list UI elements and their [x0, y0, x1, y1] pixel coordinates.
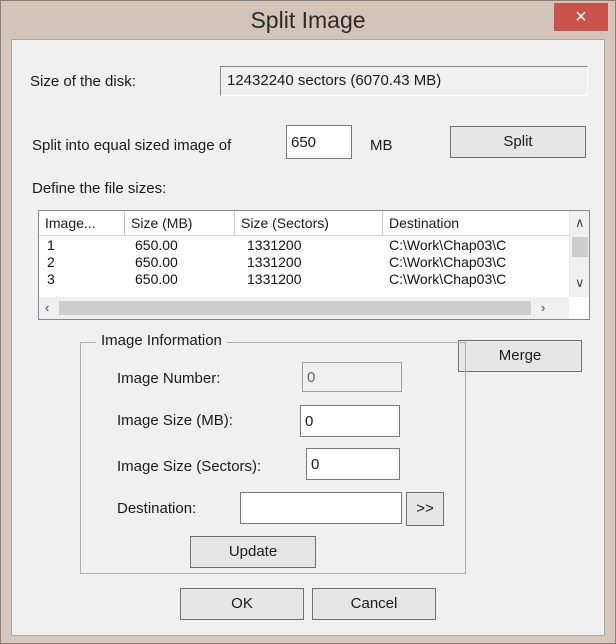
split-image-dialog: Split Image × Size of the disk: 12432240…: [0, 0, 616, 644]
row-destination: C:\Work\Chap03\C: [389, 237, 507, 253]
row-image-number: 1: [47, 237, 55, 253]
row-size-mb: 650.00: [135, 271, 178, 287]
image-number-label: Image Number:: [117, 370, 221, 387]
image-size-mb-input[interactable]: [300, 405, 400, 437]
disk-size-label: Size of the disk:: [30, 73, 136, 90]
merge-button[interactable]: Merge: [458, 340, 582, 372]
image-size-mb-label: Image Size (MB):: [117, 412, 233, 429]
vertical-scroll-thumb[interactable]: [572, 237, 588, 257]
scroll-down-icon[interactable]: ∨: [575, 275, 585, 291]
image-information-title: Image Information: [96, 332, 227, 349]
row-destination: C:\Work\Chap03\C: [389, 254, 507, 270]
cancel-button[interactable]: Cancel: [312, 588, 436, 620]
scroll-left-icon[interactable]: ‹: [45, 300, 49, 315]
image-number-field: [302, 362, 402, 392]
row-size-mb: 650.00: [135, 237, 178, 253]
dialog-body: Size of the disk: 12432240 sectors (6070…: [11, 39, 605, 636]
file-sizes-list[interactable]: Image... Size (MB) Size (Sectors) Destin…: [38, 210, 590, 320]
row-image-number: 3: [47, 271, 55, 287]
browse-destination-button[interactable]: >>: [406, 492, 444, 526]
horizontal-scroll-thumb[interactable]: [59, 301, 531, 315]
destination-input[interactable]: [240, 492, 402, 524]
ok-button[interactable]: OK: [180, 588, 304, 620]
disk-size-value: 12432240 sectors (6070.43 MB): [220, 66, 588, 96]
horizontal-scrollbar[interactable]: ‹ ›: [39, 297, 569, 319]
row-destination: C:\Work\Chap03\C: [389, 271, 507, 287]
update-button[interactable]: Update: [190, 536, 316, 568]
define-file-sizes-label: Define the file sizes:: [32, 180, 167, 197]
list-header: Image... Size (MB) Size (Sectors) Destin…: [39, 211, 569, 236]
window-title: Split Image: [250, 7, 366, 33]
table-row[interactable]: 1 650.00 1331200 C:\Work\Chap03\C: [39, 237, 569, 254]
split-button[interactable]: Split: [450, 126, 586, 158]
split-size-input[interactable]: [286, 125, 352, 159]
column-header-destination[interactable]: Destination: [383, 211, 569, 235]
column-header-size-sectors[interactable]: Size (Sectors): [235, 211, 383, 235]
destination-label: Destination:: [117, 500, 197, 517]
table-row[interactable]: 3 650.00 1331200 C:\Work\Chap03\C: [39, 271, 569, 288]
scroll-up-icon[interactable]: ∧: [575, 215, 585, 231]
title-bar[interactable]: Split Image ×: [1, 1, 615, 39]
split-size-unit: MB: [370, 137, 393, 154]
split-size-label: Split into equal sized image of: [32, 137, 232, 154]
close-button[interactable]: ×: [554, 3, 608, 31]
image-size-sectors-input[interactable]: [306, 448, 400, 480]
vertical-scrollbar[interactable]: ∧ ∨: [569, 211, 589, 297]
column-header-image[interactable]: Image...: [39, 211, 125, 235]
row-size-sectors: 1331200: [247, 271, 302, 287]
row-size-sectors: 1331200: [247, 254, 302, 270]
column-header-size-mb[interactable]: Size (MB): [125, 211, 235, 235]
row-size-sectors: 1331200: [247, 237, 302, 253]
row-size-mb: 650.00: [135, 254, 178, 270]
row-image-number: 2: [47, 254, 55, 270]
image-size-sectors-label: Image Size (Sectors):: [117, 458, 262, 475]
table-row[interactable]: 2 650.00 1331200 C:\Work\Chap03\C: [39, 254, 569, 271]
scroll-right-icon[interactable]: ›: [541, 300, 545, 315]
